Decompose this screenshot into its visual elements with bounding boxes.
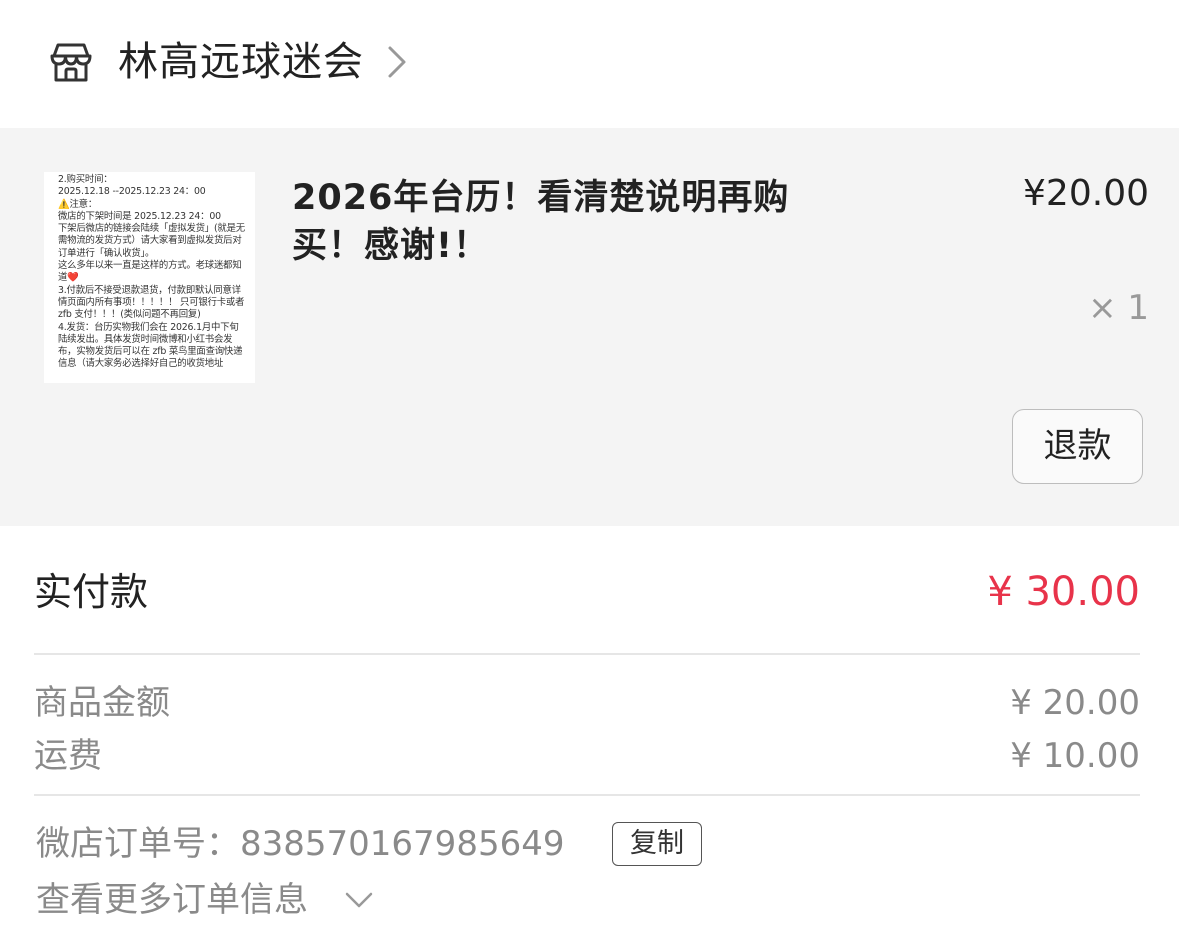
product-thumbnail[interactable]: 2.购买时间： 2025.12.18 --2025.12.23 24：00 ⚠️…: [44, 172, 255, 383]
product-title[interactable]: 2026年台历！看清楚说明再购买！感谢!！: [292, 174, 812, 270]
paid-amount: ¥ 30.00: [987, 569, 1140, 615]
thumbnail-line: 陆续发出。具体发货时间微博和小红书会发: [58, 333, 233, 345]
chevron-right-icon[interactable]: [386, 44, 408, 80]
thumbnail-line: ⚠️注意：: [58, 198, 97, 210]
order-number: 微店订单号：838570167985649: [36, 824, 565, 864]
divider: [34, 653, 1140, 655]
paid-label: 实付款: [34, 570, 149, 614]
refund-button[interactable]: 退款: [1012, 409, 1143, 484]
paid-total-row: 实付款 ¥ 30.00: [34, 560, 1140, 624]
thumbnail-line: 4.发货：台历实物我们会在 2026.1月中下旬: [58, 321, 239, 333]
more-order-info-label[interactable]: 查看更多订单信息: [36, 876, 308, 924]
product-quantity: × 1: [1088, 288, 1149, 328]
thumbnail-line: 微店的下架时间是 2025.12.23 24：00: [58, 210, 221, 222]
shop-icon: [48, 40, 94, 84]
thumbnail-line: 需物流的发货方式）请大家看到虚拟发货后对: [58, 235, 242, 247]
shipping-fee-label: 运费: [34, 736, 102, 776]
thumbnail-line: 2.购买时间：: [58, 174, 113, 185]
goods-amount-value: ¥ 20.00: [1010, 683, 1140, 723]
thumbnail-line: 布，实物发货后可以在 zfb 菜鸟里面查询快递: [58, 346, 243, 358]
more-order-info-toggle[interactable]: 查看更多订单信息: [36, 876, 436, 926]
thumbnail-line: 道❤️: [58, 272, 79, 284]
thumbnail-line: zfb 支付！！！(类似问题不再回复): [58, 309, 201, 321]
shipping-fee-row: 运费 ¥ 10.00: [34, 733, 1140, 781]
order-number-row: 微店订单号：838570167985649 复制: [36, 820, 1142, 870]
goods-amount-row: 商品金额 ¥ 20.00: [34, 680, 1140, 728]
goods-amount-label: 商品金额: [34, 683, 170, 723]
thumbnail-line: 2025.12.18 --2025.12.23 24：00: [58, 186, 206, 198]
copy-button[interactable]: 复制: [612, 822, 702, 866]
divider: [34, 794, 1140, 796]
thumbnail-line: 情页面内所有事项！！！！！ 只可银行卡或者: [58, 296, 245, 308]
chevron-down-icon[interactable]: [344, 890, 374, 910]
product-price: ¥20.00: [1023, 173, 1149, 214]
shop-name[interactable]: 林高远球迷会: [118, 36, 364, 88]
thumbnail-line: 订单进行「确认收货」。: [58, 247, 155, 259]
thumbnail-line: 3.付款后不接受退款退货，付款即默认同意详: [58, 284, 241, 296]
shop-header[interactable]: 林高远球迷会: [0, 0, 1179, 128]
thumbnail-line: 信息（请大家务必选择好自己的收货地址: [58, 358, 224, 370]
thumbnail-line: 这么多年以来一直是这样的方式。老球迷都知: [58, 260, 242, 272]
shipping-fee-value: ¥ 10.00: [1010, 736, 1140, 776]
thumbnail-line: 下架后微店的链接会陆续「虚拟发货」(就是无: [58, 223, 245, 235]
order-item-card[interactable]: 2.购买时间： 2025.12.18 --2025.12.23 24：00 ⚠️…: [0, 128, 1179, 526]
